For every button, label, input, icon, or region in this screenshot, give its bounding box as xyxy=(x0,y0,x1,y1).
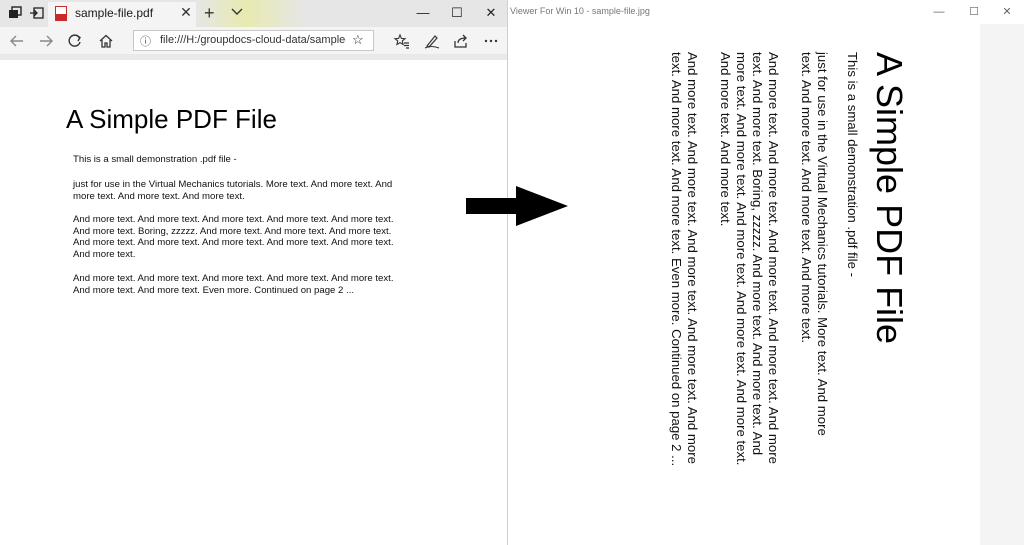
forward-arrow-icon[interactable] xyxy=(37,32,55,50)
maximize-button[interactable]: ☐ xyxy=(440,0,474,27)
address-url[interactable]: file:///H:/groupdocs-cloud-data/sample-f… xyxy=(160,34,346,46)
pdf-paragraph-2: just for use in the Virtual Mechanics tu… xyxy=(73,179,393,202)
address-bar[interactable]: ⓘ file:///H:/groupdocs-cloud-data/sample… xyxy=(133,30,374,51)
viewer-title: Viewer For Win 10 - sample-file.jpg xyxy=(510,6,650,16)
pdf-paragraph-3: And more text. And more text. And more t… xyxy=(73,214,394,260)
rotated-line: just for use in the Virtual Mechanics tu… xyxy=(815,52,830,436)
rotated-line: And more text. And more text. And more t… xyxy=(685,52,700,464)
tab-close-button[interactable]: ✕ xyxy=(178,4,194,21)
browser-window: sample-file.pdf ✕ + — ☐ ✕ ⓘ file:///H:/g… xyxy=(0,0,508,545)
new-tab-button[interactable]: + xyxy=(204,3,215,24)
pdf-title: A Simple PDF File xyxy=(66,104,277,134)
rotated-line: text. And more text. And more text. Even… xyxy=(669,52,684,467)
viewer-maximize-button[interactable]: ☐ xyxy=(959,3,989,21)
close-button[interactable]: ✕ xyxy=(474,0,507,27)
rotated-line: This is a small demonstration .pdf file … xyxy=(845,52,860,278)
tab-manager-icon[interactable] xyxy=(7,5,23,21)
favorite-star-icon[interactable]: ☆ xyxy=(352,32,364,48)
info-icon[interactable]: ⓘ xyxy=(140,33,151,49)
tab-title: sample-file.pdf xyxy=(75,6,154,20)
pdf-file-icon xyxy=(55,6,67,21)
favorites-hub-icon[interactable] xyxy=(393,32,411,50)
set-tabs-aside-icon[interactable] xyxy=(29,5,45,21)
rotated-line: text. And more text. Boring, zzzzz. And … xyxy=(750,52,765,456)
home-icon[interactable] xyxy=(97,32,115,50)
refresh-icon[interactable] xyxy=(66,32,84,50)
rotated-line: text. And more text. And more text. And … xyxy=(799,52,814,343)
rotated-line: And more text. And more text. xyxy=(718,52,733,227)
more-icon[interactable] xyxy=(482,32,500,50)
viewer-close-button[interactable]: ✕ xyxy=(992,3,1022,21)
navigation-bar: ⓘ file:///H:/groupdocs-cloud-data/sample… xyxy=(0,27,507,54)
tab-sample-file[interactable]: sample-file.pdf ✕ xyxy=(48,2,196,27)
viewer-side-panel xyxy=(980,24,1024,545)
pdf-paragraph-1: This is a small demonstration .pdf file … xyxy=(73,154,237,165)
rotated-line: And more text. And more text. And more t… xyxy=(766,52,781,464)
share-icon[interactable] xyxy=(452,32,470,50)
back-arrow-icon[interactable] xyxy=(8,32,26,50)
pen-icon[interactable] xyxy=(423,32,441,50)
viewer-minimize-button[interactable]: — xyxy=(924,3,954,21)
browser-titlebar: sample-file.pdf ✕ + — ☐ ✕ xyxy=(0,0,507,27)
right-arrow-icon xyxy=(466,186,568,226)
pdf-paragraph-4: And more text. And more text. And more t… xyxy=(73,273,394,296)
chevron-down-icon[interactable] xyxy=(230,6,244,18)
pdf-page: A Simple PDF File This is a small demons… xyxy=(0,60,507,545)
rotated-title: A Simple PDF File xyxy=(869,52,910,345)
minimize-button[interactable]: — xyxy=(406,0,440,27)
rotated-image: A Simple PDF File This is a small demons… xyxy=(620,52,910,542)
rotated-line: more text. And more text. And more text.… xyxy=(734,52,749,466)
